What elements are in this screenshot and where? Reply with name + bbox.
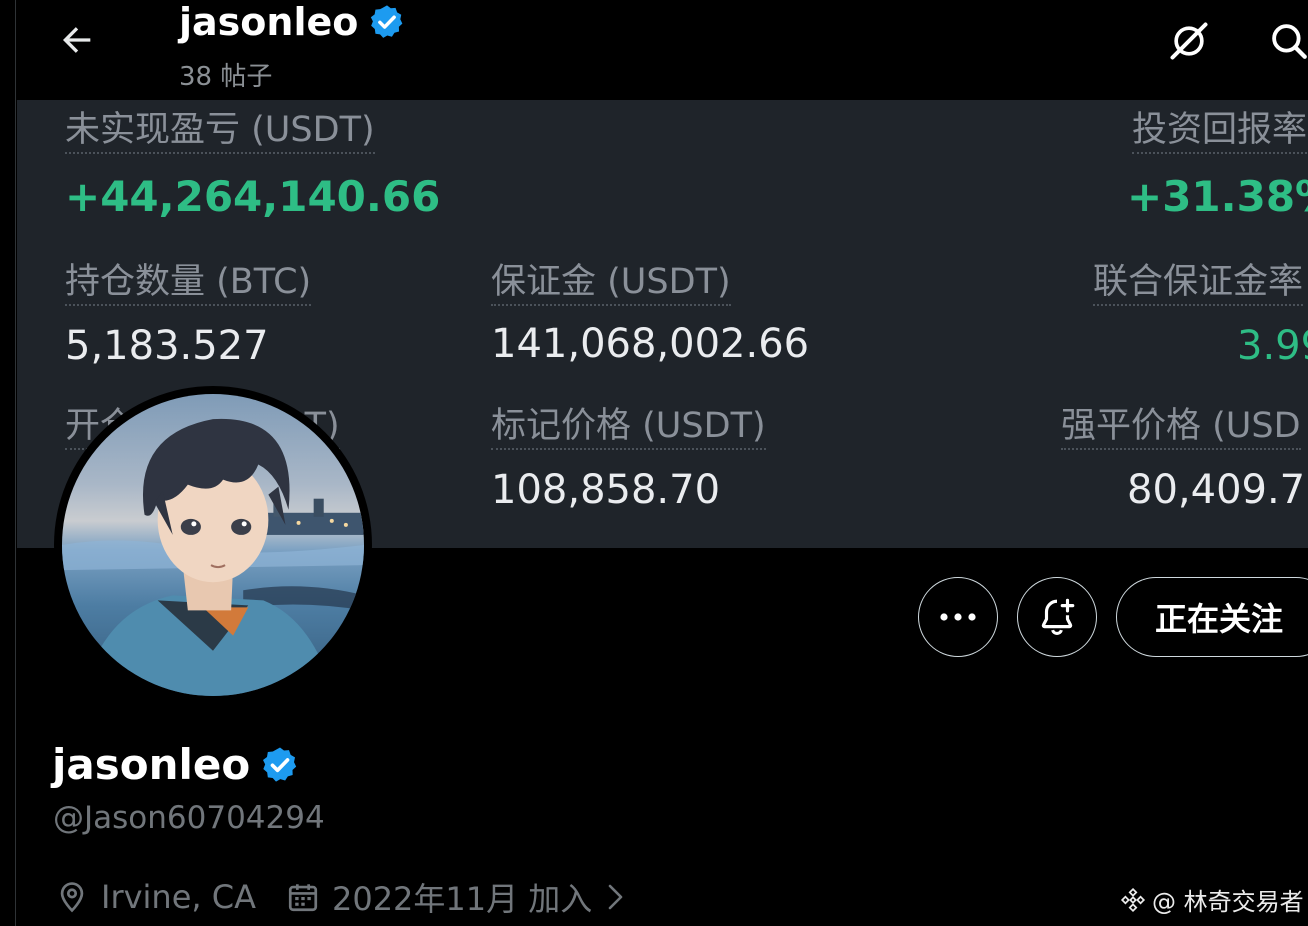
liq-price-value: 80,409.71 [1127,467,1308,513]
profile-display-name: jasonleo [52,740,300,789]
header-username: jasonleo [179,0,406,44]
posts-count: 38 帖子 [179,62,273,92]
avatar-image [62,394,364,696]
back-button[interactable] [55,18,99,62]
margin-label: 保证金 (USDT) [491,262,731,307]
unrealized-pnl-value: +44,264,140.66 [65,172,441,221]
profile-meta-row: Irvine, CA 2022年11月 加入 [55,872,658,922]
position-size-value: 5,183.527 [65,323,269,369]
watermark-text: @ 林奇交易者 [1152,888,1304,916]
profile-handle: @Jason60704294 [53,800,325,836]
margin-value: 141,068,002.66 [491,321,810,367]
verified-badge-icon[interactable] [260,745,300,785]
grok-icon [1170,22,1208,60]
chevron-right-icon [609,884,623,910]
location-text: Irvine, CA [101,878,256,916]
location-pin-icon [60,882,84,913]
calendar-icon [288,884,318,912]
liq-price-label: 强平价格 (USD [1061,406,1301,451]
unrealized-pnl-label: 未实现盈亏 (USDT) [65,110,375,155]
arrow-left-icon [63,27,91,53]
margin-ratio-value: 3.99 [1237,323,1308,369]
binance-logo-icon [1120,887,1146,912]
roi-label: 投资回报率 [1132,110,1308,155]
watermark: @ 林奇交易者 [1120,882,1304,917]
following-button[interactable]: 正在关注 [1116,577,1308,657]
verified-badge-icon [371,5,403,38]
joined-item[interactable]: 2022年11月 加入 [286,874,628,920]
bell-plus-icon [1041,598,1075,635]
position-size-label: 持仓数量 (BTC) [65,262,312,307]
header-username-text: jasonleo [179,0,359,44]
margin-ratio-label: 联合保证金率 [1093,262,1304,307]
profile-header-bar: jasonleo 38 帖子 [17,0,1308,100]
roi-value: +31.38% [1127,172,1308,221]
search-button[interactable] [1259,16,1308,66]
joined-text: 2022年11月 加入 [331,880,593,918]
profile-avatar[interactable] [54,386,372,704]
profile-name-text: jasonleo [52,740,251,789]
notify-button[interactable] [1017,577,1097,657]
grok-button[interactable] [1162,16,1216,66]
left-border [0,0,16,926]
mark-price-value: 108,858.70 [491,467,721,513]
search-icon [1272,24,1307,59]
more-horizontal-icon [940,613,976,621]
mark-price-label: 标记价格 (USDT) [491,406,766,451]
location-item: Irvine, CA [55,878,256,916]
more-options-button[interactable] [918,577,998,657]
